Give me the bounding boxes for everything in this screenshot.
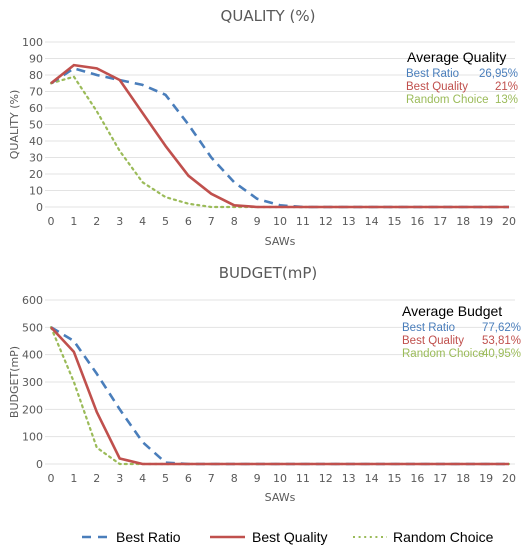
y-tick-label: 10 (29, 185, 43, 198)
chart-title: QUALITY (%) (221, 7, 316, 25)
y-tick-label: 400 (22, 349, 43, 362)
annotation-value: 53,81% (482, 335, 521, 347)
annotation-label: Best Quality (406, 81, 468, 93)
annotation-heading: Average Quality (407, 49, 506, 65)
x-axis-label: SAWs (265, 235, 296, 248)
y-tick-label: 300 (22, 376, 43, 389)
annotation-heading: Average Budget (402, 303, 502, 319)
x-tick-label: 20 (502, 215, 516, 228)
y-tick-label: 100 (22, 36, 43, 49)
x-tick-label: 8 (231, 472, 238, 485)
x-tick-label: 13 (342, 472, 356, 485)
legend-item-random-choice: Random Choice (353, 529, 494, 545)
annotation-label: Best Quality (402, 335, 464, 347)
x-tick-label: 6 (185, 215, 192, 228)
legend-label: Random Choice (393, 529, 494, 545)
x-tick-label: 10 (273, 472, 287, 485)
annotation-label: Random Choice (406, 94, 488, 106)
x-tick-label: 5 (162, 215, 169, 228)
x-tick-label: 18 (456, 215, 470, 228)
y-tick-label: 50 (29, 119, 43, 132)
x-tick-label: 15 (388, 215, 402, 228)
y-tick-label: 20 (29, 168, 43, 181)
x-tick-label: 12 (319, 472, 333, 485)
x-tick-label: 1 (70, 472, 77, 485)
x-tick-label: 10 (273, 215, 287, 228)
x-tick-label: 14 (365, 472, 379, 485)
x-tick-label: 3 (116, 215, 123, 228)
x-tick-label: 19 (479, 472, 493, 485)
quality-chart: QUALITY (%)01020304050607080901000 1 2 3 4 5 6… (8, 7, 518, 248)
annotation-value: 40,95% (482, 348, 521, 360)
legend-label: Best Quality (252, 529, 327, 545)
x-tick-label: 11 (296, 215, 310, 228)
budget-chart: BUDGET(mP)01002003004005006000 1 2 3 4 5 6 7 8 9 1… (8, 264, 521, 504)
y-tick-label: 80 (29, 69, 43, 82)
chart-canvas: QUALITY (%)01020304050607080901000 1 2 3 4 5 6… (8, 7, 521, 545)
x-tick-label: 9 (254, 472, 261, 485)
x-tick-label: 2 (93, 472, 100, 485)
annotation-value: 26,95% (479, 68, 518, 80)
x-tick-label: 16 (410, 472, 424, 485)
y-axis-label: BUDGET(mP) (8, 346, 21, 418)
annotation-label: Random Choice (402, 348, 484, 360)
y-tick-label: 100 (22, 431, 43, 444)
x-tick-label: 20 (502, 472, 516, 485)
x-tick-label: 7 (208, 215, 215, 228)
y-tick-label: 0 (36, 201, 43, 214)
x-tick-label: 16 (410, 215, 424, 228)
chart-title: BUDGET(mP) (219, 264, 317, 282)
y-tick-label: 40 (29, 135, 43, 148)
legend: Best Ratio Best Quality Random Choice (82, 529, 494, 545)
x-tick-label: 12 (319, 215, 333, 228)
x-tick-label: 11 (296, 472, 310, 485)
legend-item-best-quality: Best Quality (210, 529, 327, 545)
x-tick-label: 19 (479, 215, 493, 228)
annotation-value: 13% (495, 94, 518, 106)
legend-label: Best Ratio (116, 529, 181, 545)
y-axis-label: QUALITY (%) (8, 90, 21, 160)
average-annotation: Average Quality Best Ratio 26,95% Best Qual… (406, 49, 518, 106)
x-tick-label: 15 (388, 472, 402, 485)
x-tick-label: 6 (185, 472, 192, 485)
x-tick-label: 0 (48, 215, 55, 228)
y-tick-label: 70 (29, 86, 43, 99)
y-tick-label: 60 (29, 102, 43, 115)
annotation-label: Best Ratio (406, 68, 459, 80)
x-tick-label: 18 (456, 472, 470, 485)
x-tick-label: 5 (162, 472, 169, 485)
x-tick-label: 0 (48, 472, 55, 485)
average-annotation: Average Budget Best Ratio 77,62% Best Quali… (402, 303, 521, 360)
x-tick-label: 7 (208, 472, 215, 485)
annotation-value: 21% (495, 81, 518, 93)
x-tick-label: 17 (433, 215, 447, 228)
x-tick-label: 13 (342, 215, 356, 228)
annotation-label: Best Ratio (402, 322, 455, 334)
x-tick-label: 4 (139, 472, 146, 485)
x-tick-label: 17 (433, 472, 447, 485)
x-tick-label: 9 (254, 215, 261, 228)
y-tick-label: 30 (29, 152, 43, 165)
y-tick-label: 500 (22, 321, 43, 334)
x-axis-label: SAWs (265, 491, 296, 504)
y-tick-label: 90 (29, 53, 43, 66)
y-tick-label: 600 (22, 294, 43, 307)
x-tick-label: 1 (70, 215, 77, 228)
y-tick-label: 0 (36, 458, 43, 471)
annotation-value: 77,62% (482, 322, 521, 334)
x-tick-label: 3 (116, 472, 123, 485)
x-tick-label: 14 (365, 215, 379, 228)
y-tick-label: 200 (22, 403, 43, 416)
x-tick-label: 4 (139, 215, 146, 228)
x-tick-label: 2 (93, 215, 100, 228)
x-tick-label: 8 (231, 215, 238, 228)
legend-item-best-ratio: Best Ratio (82, 529, 181, 545)
